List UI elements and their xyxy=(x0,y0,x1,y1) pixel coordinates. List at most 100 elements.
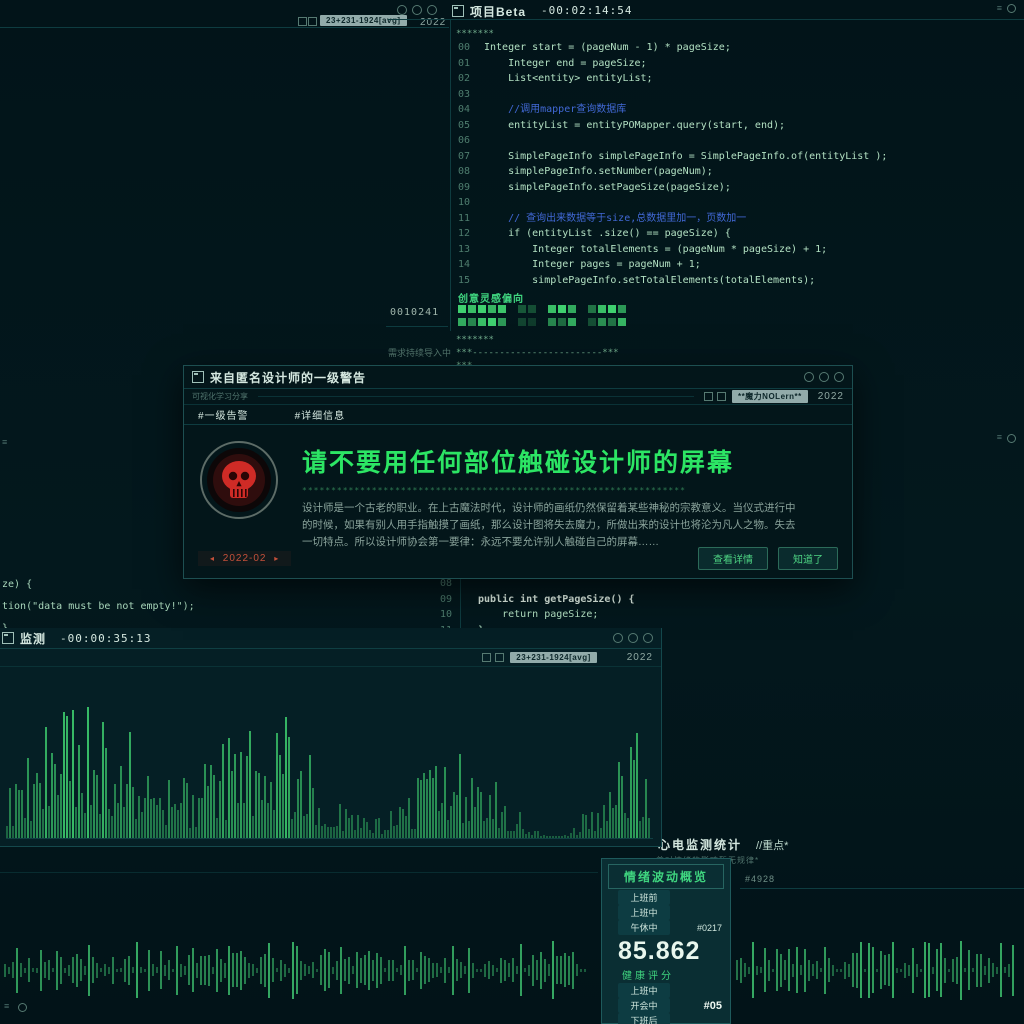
spectrum-bar xyxy=(306,814,308,838)
waveform-bar xyxy=(916,963,918,977)
status-pill: 下班后 xyxy=(618,1013,670,1024)
spectrum-bar xyxy=(453,792,455,838)
waveform-bar xyxy=(788,949,790,991)
waveform-bar xyxy=(104,964,106,976)
line-number: 08 xyxy=(457,166,470,177)
spectrum-bar xyxy=(564,835,566,838)
spectrum-bar xyxy=(153,798,155,838)
line-number: 09 xyxy=(439,593,452,605)
spectrum-bar xyxy=(552,836,554,838)
record-icon[interactable] xyxy=(1007,4,1016,13)
waveform-bar xyxy=(52,968,54,972)
code-text: SimplePageInfo simplePageInfo = SimplePa… xyxy=(484,150,888,162)
view-details-button[interactable]: 查看详情 xyxy=(698,547,768,570)
waveform-bar xyxy=(472,962,474,978)
waveform-bar xyxy=(76,953,78,987)
spectrum-bar xyxy=(75,807,77,838)
inspiration-segment xyxy=(458,305,466,313)
panel-icon[interactable] xyxy=(298,17,307,26)
window-control-circle[interactable] xyxy=(819,372,829,382)
spectrum-bar xyxy=(72,710,74,838)
window-control-circle[interactable] xyxy=(804,372,814,382)
status-pill: 上班中 xyxy=(618,905,670,920)
spectrum-bar xyxy=(294,812,296,838)
waveform-bar xyxy=(252,964,254,976)
acknowledge-button[interactable]: 知道了 xyxy=(778,547,838,570)
divider xyxy=(388,19,1024,20)
spectrum-bar xyxy=(540,836,542,838)
spectrum-bar xyxy=(18,790,20,838)
inspiration-bars xyxy=(458,305,628,331)
record-icon[interactable] xyxy=(1007,434,1016,443)
spectrum-bar xyxy=(285,717,287,838)
panel-icon[interactable] xyxy=(482,653,492,662)
waveform-bar xyxy=(888,954,890,986)
line-number: 01 xyxy=(457,57,470,69)
waveform-bar xyxy=(264,953,266,987)
waveform-bar xyxy=(576,964,578,976)
segment-gap xyxy=(578,305,586,313)
window-control-circle[interactable] xyxy=(427,5,437,15)
spectrum-bar xyxy=(30,821,32,838)
spectrum-bar xyxy=(165,825,167,838)
tab-details[interactable]: #详细信息 xyxy=(295,407,346,422)
date-label: 2022-02 xyxy=(222,553,267,564)
menu-icon[interactable]: ≡ xyxy=(2,438,7,447)
spectrum-bar xyxy=(645,779,647,838)
waveform-bar xyxy=(276,968,278,972)
next-month-icon[interactable]: ▸ xyxy=(274,554,279,563)
code-line: 09 public int getPageSize() { xyxy=(434,592,635,608)
waveform-bar xyxy=(152,964,154,976)
spectrum-bar xyxy=(231,771,233,838)
spectrum-bar xyxy=(345,809,347,838)
waveform-bar xyxy=(200,955,202,985)
spectrum-bar xyxy=(393,826,395,838)
window-control-circle[interactable] xyxy=(412,5,422,15)
spectrum-bar xyxy=(180,803,182,838)
spectrum-bar xyxy=(138,796,140,838)
spectrum-bar xyxy=(603,805,605,838)
waveform-bar xyxy=(420,951,422,989)
inspiration-segment xyxy=(468,318,476,326)
waveform-bar xyxy=(204,955,206,985)
spectrum-bar xyxy=(321,826,323,838)
spectrum-bar xyxy=(351,815,353,838)
waveform-bar xyxy=(20,963,22,977)
waveform-bar xyxy=(64,967,66,973)
window-control-circle[interactable] xyxy=(834,372,844,382)
spectrum-bar xyxy=(504,806,506,838)
waveform-bar xyxy=(212,966,214,974)
waveform-bar xyxy=(532,954,534,986)
spectrum-bar xyxy=(600,828,602,838)
waveform-bar xyxy=(36,967,38,973)
waveform-bar xyxy=(224,962,226,978)
menu-icon[interactable]: ≡ xyxy=(997,433,1002,442)
window-control-circle[interactable] xyxy=(613,633,623,643)
panel-icon[interactable] xyxy=(703,392,713,401)
spectrum-bar xyxy=(369,830,371,838)
menu-icon[interactable]: ≡ xyxy=(997,4,1002,13)
counter-readout: 0010241 xyxy=(390,307,440,318)
date-selector[interactable]: ◂ 2022-02 ▸ xyxy=(198,551,292,566)
panel-icon[interactable] xyxy=(716,392,726,401)
window-control-circle[interactable] xyxy=(397,5,407,15)
panel-icon[interactable] xyxy=(495,653,505,662)
spectrum-bar xyxy=(324,824,326,838)
waveform-bar xyxy=(172,968,174,972)
code-line: 10 xyxy=(452,195,887,211)
spectrum-bar xyxy=(360,828,362,838)
window-control-circle[interactable] xyxy=(628,633,638,643)
waveform-bar xyxy=(292,941,294,999)
window-control-circle[interactable] xyxy=(643,633,653,643)
status-tag: #0217 xyxy=(696,922,722,933)
waveform-bar xyxy=(336,960,338,980)
spectrum-bar xyxy=(408,798,410,838)
prev-month-icon[interactable]: ◂ xyxy=(210,554,215,563)
panel-icon[interactable] xyxy=(308,17,317,26)
waveform-bar xyxy=(884,955,886,985)
spectrum-bar xyxy=(99,814,101,838)
spectrum-bar xyxy=(375,819,377,838)
tab-level1-alert[interactable]: #一级告警 xyxy=(198,407,249,422)
waveform-bar xyxy=(176,945,178,995)
warning-content: 请不要用任何部位触碰设计师的屏幕 ***********************… xyxy=(302,435,838,551)
